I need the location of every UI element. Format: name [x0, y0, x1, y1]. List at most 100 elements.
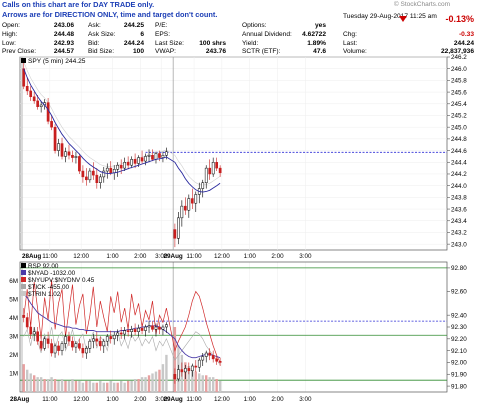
price-x-tick-label: 1:00	[244, 253, 257, 260]
volume-value: 22,837,936	[440, 48, 474, 55]
trin-bar	[95, 382, 99, 392]
price-x-tick-label: 1:00	[106, 253, 119, 260]
rsp-candle-body	[91, 338, 95, 342]
price-candle-body	[67, 151, 71, 156]
indicator-x-tick-label: 29Aug	[164, 396, 183, 403]
price-legend-swatch	[21, 58, 26, 63]
indicator-x-tick-label: 11:00	[186, 396, 202, 403]
price-y-tick-label: 243.2	[451, 230, 467, 237]
rsp-candle-body	[22, 314, 26, 318]
price-candle-body	[116, 164, 120, 170]
rsp-candle-body	[119, 332, 123, 335]
price-x-tick-label: 28Aug	[22, 253, 41, 260]
rsp-candle-body	[130, 329, 133, 332]
price-candle-body	[50, 121, 53, 128]
chg-value: -0.33	[458, 31, 474, 38]
trin-bar	[215, 379, 218, 392]
rsp-candle-body	[147, 325, 151, 328]
rsp-candle-body	[123, 330, 127, 335]
ask-value: 244.25	[123, 22, 144, 29]
trin-bar	[46, 379, 50, 392]
dividend-value: 4.62722	[302, 31, 326, 38]
rsp-candle-body	[215, 358, 219, 362]
trin-bar	[26, 369, 29, 392]
trin-bar	[92, 382, 95, 392]
open-value: 243.06	[53, 22, 74, 29]
indicator-legend-label: RSP 92.00	[28, 263, 59, 270]
trin-bar	[36, 377, 39, 392]
trin-bar	[88, 380, 92, 392]
indicator-legend-swatch	[21, 263, 26, 268]
indicator-right-tick-label: 92.40	[451, 312, 467, 319]
price-candle-body	[85, 176, 88, 181]
trin-bar	[113, 382, 116, 392]
ask-size-value: 6	[140, 31, 144, 38]
indicator-right-tick-label: 91.80	[451, 383, 467, 390]
indicator-x-tick-label: 1:00	[106, 396, 119, 403]
ask-label: Ask:	[88, 22, 101, 29]
trin-bar	[154, 371, 158, 392]
trin-bar	[39, 377, 43, 392]
price-candle-body	[95, 174, 99, 183]
price-candle-body	[130, 159, 133, 166]
rsp-candle-body	[154, 326, 158, 330]
yield-value: 1.89%	[307, 40, 326, 47]
price-y-tick-label: 244.2	[451, 171, 467, 178]
price-candle-body	[204, 167, 208, 183]
rsp-candle-body	[190, 365, 194, 371]
indicator-left-tick-label: 4M	[9, 315, 18, 322]
price-y-tick-label: 244.0	[451, 183, 467, 190]
price-candle-body	[74, 156, 78, 158]
high-label: High:	[2, 31, 18, 38]
price-candle-body	[81, 170, 85, 178]
trin-bar	[137, 379, 140, 392]
price-y-tick-label: 246.0	[451, 66, 467, 73]
price-candle-body	[36, 100, 40, 107]
price-candle-body	[194, 194, 198, 204]
indicator-right-tick-label: 92.60	[451, 289, 467, 296]
options-label: Options:	[242, 22, 267, 29]
trin-bar	[74, 380, 78, 392]
trin-bar	[165, 354, 168, 392]
rsp-candle-body	[211, 355, 215, 360]
trin-bar	[29, 373, 32, 392]
vwap-label: VWAP:	[155, 48, 177, 55]
price-x-tick-label: 2:00	[271, 253, 284, 260]
trin-bar	[158, 369, 161, 392]
trin-bar	[201, 375, 204, 392]
price-candle-body	[161, 155, 165, 158]
price-candle-body	[88, 170, 92, 181]
price-candle-body	[71, 155, 74, 158]
rsp-candle-body	[98, 340, 102, 347]
price-candle-body	[102, 170, 106, 178]
trin-bar	[67, 380, 71, 392]
rsp-candle-body	[57, 345, 60, 351]
price-legend-label: SPY (5 min) 244.25	[28, 58, 86, 65]
chg-label: Chg:	[343, 31, 357, 38]
price-candle-body	[39, 104, 43, 107]
rsp-candle-body	[50, 343, 53, 354]
rsp-candle-body	[64, 336, 67, 344]
sctr-label: SCTR (ETF):	[242, 48, 281, 55]
indicator-left-tick-label: 5M	[9, 296, 18, 303]
trin-bar	[50, 377, 53, 392]
yield-label: Yield:	[242, 40, 259, 47]
rsp-candle-body	[173, 374, 177, 380]
volume-label: Volume:	[343, 48, 367, 55]
rsp-candle-body	[74, 343, 78, 348]
stockcharts-watermark: © StockCharts.com	[393, 1, 450, 8]
indicator-legend-swatch	[21, 277, 26, 282]
trin-bar	[99, 380, 102, 392]
trin-bar	[106, 382, 109, 392]
indicator-left-tick-label: 3M	[9, 333, 18, 340]
price-candle-body	[154, 153, 158, 160]
last-size-label: Last Size:	[155, 40, 184, 47]
rsp-candle-body	[53, 345, 57, 354]
trin-bar	[53, 379, 57, 392]
price-y-tick-label: 243.6	[451, 206, 467, 213]
trin-bar	[43, 379, 46, 392]
indicator-right-tick-label: 92.10	[451, 348, 467, 355]
price-candle-body	[46, 102, 50, 122]
price-x-tick-label: 2:00	[134, 253, 147, 260]
price-candle-body	[137, 157, 140, 164]
